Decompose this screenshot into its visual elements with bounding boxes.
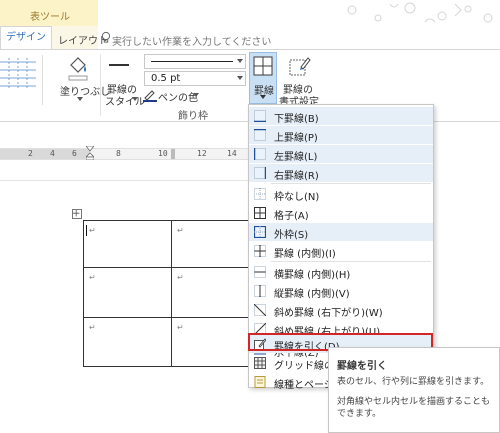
- menu-item-label: 左罫線(L): [274, 152, 318, 163]
- move-icon: [73, 210, 80, 217]
- menu-item-label: 枠なし(N): [274, 192, 320, 203]
- borders-dropdown-arrow: [260, 95, 266, 99]
- border-painter-icon[interactable]: [289, 55, 311, 77]
- all-borders-icon: [254, 207, 266, 219]
- pen-color-dropdown-arrow[interactable]: [193, 93, 199, 97]
- line-weight-value: 0.5 pt: [151, 73, 181, 84]
- menu-item-left-border[interactable]: 左罫線(L): [249, 145, 433, 163]
- tooltip-note: 対角線やセル内セルを描画することもできます。: [337, 397, 491, 419]
- menu-item-top-border[interactable]: 上罫線(P): [249, 126, 433, 144]
- lightbulb-icon: [101, 31, 111, 43]
- menu-item-label: 横罫線 (内側)(H): [274, 270, 351, 281]
- table-cell[interactable]: [83, 267, 172, 318]
- menu-item-bottom-border[interactable]: 下罫線(B): [249, 107, 433, 125]
- line-style-combo[interactable]: [144, 54, 246, 69]
- ruler-tick-label: 6: [72, 149, 77, 158]
- shading-dropdown-arrow[interactable]: [77, 97, 83, 101]
- top-border-icon: [254, 129, 266, 141]
- table-cell[interactable]: [83, 317, 172, 367]
- group-separator: [100, 54, 101, 116]
- menu-item-label: 右罫線(R): [274, 171, 319, 182]
- ruler-tick-label: 12: [197, 149, 207, 158]
- menu-item-diagonal-down-border[interactable]: 斜め罫線 (右下がり)(W): [249, 301, 433, 319]
- table-cell[interactable]: [83, 220, 172, 268]
- menu-item-right-border[interactable]: 右罫線(R): [249, 164, 433, 182]
- menu-item-label: 上罫線(P): [274, 133, 318, 144]
- cell-end-mark: ↵: [177, 226, 184, 235]
- cell-end-mark: ↵: [177, 323, 184, 332]
- menu-item-inside-borders[interactable]: 罫線 (内側)(I): [249, 242, 433, 260]
- view-gridlines-icon: [254, 357, 266, 369]
- table-styles-gallery-icon[interactable]: [0, 56, 40, 96]
- cell-end-mark: ↵: [89, 323, 96, 332]
- tooltip-title: 罫線を引く: [337, 361, 387, 372]
- outside-borders-icon: [254, 226, 266, 238]
- border-style-sample: [109, 64, 129, 66]
- tooltip-draw-table: 罫線を引く 表のセル、行や列に罫線を引きます。 対角線やセル内セルを描画すること…: [328, 347, 500, 433]
- column-marker[interactable]: [171, 149, 175, 159]
- group-label-borders: 飾り枠: [178, 111, 208, 122]
- table-move-handle[interactable]: [72, 209, 82, 219]
- menu-item-inside-vertical-border[interactable]: 縦罫線 (内側)(V): [249, 282, 433, 300]
- menu-item-label: 縦罫線 (内側)(V): [274, 289, 350, 300]
- border-styles-label-2[interactable]: スタイル: [105, 93, 145, 108]
- ruler-tick-label: 8: [116, 149, 121, 158]
- border-styles-dropdown-arrow[interactable]: [132, 97, 138, 101]
- tooltip-description: 表のセル、行や列に罫線を引きます。: [337, 377, 490, 387]
- page-top-edge: [0, 180, 248, 181]
- ribbon-decoration-icon: [347, 2, 493, 23]
- menu-separator: [271, 261, 431, 262]
- tell-me-search[interactable]: 実行したい作業を入力してください: [112, 33, 271, 48]
- pen-color-button[interactable]: ペンの色: [158, 89, 198, 104]
- inside-horizontal-border-icon: [254, 266, 266, 278]
- ruler-tick-label: 4: [50, 149, 55, 158]
- inside-vertical-border-icon: [254, 285, 266, 297]
- cell-end-mark: ↵: [89, 273, 96, 282]
- menu-item-label: 下罫線(B): [274, 114, 319, 125]
- shading-button[interactable]: 塗りつぶし: [60, 83, 110, 98]
- menu-item-no-border[interactable]: 枠なし(N): [249, 185, 433, 203]
- cell-end-mark: ↵: [89, 226, 96, 235]
- text-cursor: [86, 225, 87, 236]
- tab-design[interactable]: デザイン: [0, 26, 52, 50]
- menu-item-outside-borders[interactable]: 外枠(S): [249, 223, 433, 241]
- menu-item-label: 外枠(S): [274, 230, 309, 241]
- borders-grid-icon: [253, 56, 273, 76]
- menu-item-all-borders[interactable]: 格子(A): [249, 204, 433, 222]
- inside-borders-icon: [254, 245, 266, 257]
- indent-marker-icon[interactable]: [86, 146, 94, 160]
- right-border-icon: [254, 167, 266, 179]
- no-border-icon: [254, 188, 266, 200]
- menu-item-label: 斜め罫線 (右下がり)(W): [274, 308, 383, 319]
- bottom-border-icon: [254, 110, 266, 122]
- ruler-tick-label: 10: [158, 149, 168, 158]
- gallery-scroll[interactable]: [42, 55, 48, 105]
- menu-item-inside-horizontal-border[interactable]: 横罫線 (内側)(H): [249, 263, 433, 281]
- cell-end-mark: ↵: [177, 273, 184, 282]
- diagonal-down-border-icon: [254, 304, 266, 316]
- menu-item-label: 罫線 (内側)(I): [274, 249, 336, 260]
- left-border-icon: [254, 148, 266, 160]
- context-tab-title: 表ツール: [30, 12, 70, 23]
- line-weight-combo[interactable]: 0.5 pt: [144, 71, 246, 86]
- pen-color-icon[interactable]: [143, 88, 157, 102]
- ruler-tick-label: 2: [28, 149, 33, 158]
- shading-bucket-icon[interactable]: [66, 55, 90, 81]
- menu-separator: [271, 183, 431, 184]
- menu-item-label: 格子(A): [274, 211, 309, 222]
- borders-shading-icon: [254, 376, 266, 388]
- ruler-tick-label: 14: [227, 149, 237, 158]
